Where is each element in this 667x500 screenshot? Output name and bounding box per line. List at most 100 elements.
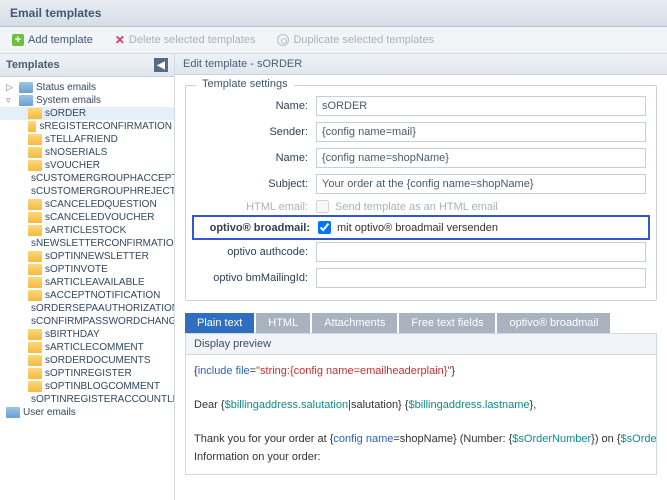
input-sender[interactable]	[316, 122, 646, 142]
tree-label: sNOSERIALS	[45, 147, 107, 158]
input-name2[interactable]	[316, 148, 646, 168]
tree-label: sOPTINBLOGCOMMENT	[45, 381, 160, 392]
template-item-sNEWSLETTERCONFIRMATION[interactable]: sNEWSLETTERCONFIRMATION	[0, 237, 174, 250]
input-authcode[interactable]	[316, 242, 646, 262]
folder-status-emails[interactable]: ▷Status emails	[0, 81, 174, 94]
tree-label: sORDER	[45, 108, 86, 119]
tab-attachments[interactable]: Attachments	[312, 313, 397, 333]
label-html-email: HTML email:	[196, 201, 316, 213]
plus-icon: +	[12, 34, 24, 46]
fieldset-legend: Template settings	[196, 78, 294, 90]
add-template-button[interactable]: + Add template	[6, 32, 99, 48]
duplicate-icon	[277, 34, 289, 46]
tab-optivo-broadmail[interactable]: optivo® broadmail	[497, 313, 610, 333]
tree-label: sARTICLESTOCK	[45, 225, 126, 236]
folder-icon	[28, 329, 42, 340]
tree-label: sCONFIRMPASSWORDCHANGE	[31, 316, 174, 327]
cross-icon: ✕	[115, 33, 125, 47]
template-item-sCANCELEDQUESTION[interactable]: sCANCELEDQUESTION	[0, 198, 174, 211]
duplicate-templates-label: Duplicate selected templates	[293, 34, 434, 46]
folder-blue-icon	[19, 95, 33, 106]
folder-icon	[28, 381, 42, 392]
tree-label: sVOUCHER	[45, 160, 100, 171]
tree-label: sORDERDOCUMENTS	[45, 355, 151, 366]
template-item-sORDER[interactable]: sORDER	[0, 107, 174, 120]
preview-header: Display preview	[185, 333, 657, 355]
folder-icon	[28, 290, 42, 301]
tree-label: sACCEPTNOTIFICATION	[45, 290, 160, 301]
tree-label: sCUSTOMERGROUPHREJECTED	[31, 186, 174, 197]
tree-label: sARTICLECOMMENT	[45, 342, 144, 353]
delete-templates-label: Delete selected templates	[129, 34, 256, 46]
template-item-sOPTINREGISTERACCOUNTLESS[interactable]: sOPTINREGISTERACCOUNTLESS	[0, 393, 174, 406]
tree-label: sBIRTHDAY	[45, 329, 100, 340]
folder-icon	[28, 160, 42, 171]
folder-blue-icon	[19, 82, 33, 93]
editor-tabs: Plain textHTMLAttachmentsFree text field…	[185, 313, 657, 333]
tab-plain-text[interactable]: Plain text	[185, 313, 254, 333]
folder-icon	[28, 355, 42, 366]
label-name2: Name:	[196, 152, 316, 164]
template-item-sARTICLECOMMENT[interactable]: sARTICLECOMMENT	[0, 341, 174, 354]
preview-area[interactable]: {include file="string:{config name=email…	[185, 355, 657, 475]
template-item-sREGISTERCONFIRMATION[interactable]: sREGISTERCONFIRMATION	[0, 120, 174, 133]
tab-free-text-fields[interactable]: Free text fields	[399, 313, 495, 333]
label-authcode: optivo authcode:	[196, 246, 316, 258]
template-item-sOPTINVOTE[interactable]: sOPTINVOTE	[0, 263, 174, 276]
folder-icon	[28, 121, 36, 132]
label-name1: Name:	[196, 100, 316, 112]
folder-icon	[28, 199, 42, 210]
tree-label: User emails	[23, 407, 76, 418]
checkbox-optivo-input[interactable]	[318, 221, 331, 234]
folder-icon	[28, 368, 42, 379]
sidebar: Templates ◀ ▷Status emails▿ System emails…	[0, 54, 175, 500]
template-item-sTELLAFRIEND[interactable]: sTELLAFRIEND	[0, 133, 174, 146]
tree-label: sREGISTERCONFIRMATION	[39, 121, 172, 132]
template-item-sOPTINREGISTER[interactable]: sOPTINREGISTER	[0, 367, 174, 380]
checkbox-optivo-text: mit optivo® broadmail versenden	[337, 222, 498, 234]
expand-icon[interactable]: ▿	[6, 95, 16, 106]
duplicate-templates-button[interactable]: Duplicate selected templates	[271, 32, 440, 48]
tree-label: System emails	[36, 95, 101, 106]
templates-tree: ▷Status emails▿ System emails sORDER sREGIS…	[0, 77, 174, 500]
template-item-sORDERSEPAAUTHORIZATION[interactable]: sORDERSEPAAUTHORIZATION	[0, 302, 174, 315]
folder-system-emails[interactable]: ▿ System emails	[0, 94, 174, 107]
sidebar-header: Templates ◀	[0, 54, 174, 77]
template-item-sARTICLEAVAILABLE[interactable]: sARTICLEAVAILABLE	[0, 276, 174, 289]
template-item-sCUSTOMERGROUPHREJECTED[interactable]: sCUSTOMERGROUPHREJECTED	[0, 185, 174, 198]
checkbox-optivo[interactable]: mit optivo® broadmail versenden	[318, 221, 498, 234]
template-item-sARTICLESTOCK[interactable]: sARTICLESTOCK	[0, 224, 174, 237]
input-name1[interactable]	[316, 96, 646, 116]
template-item-sCONFIRMPASSWORDCHANGE[interactable]: sCONFIRMPASSWORDCHANGE	[0, 315, 174, 328]
add-template-label: Add template	[28, 34, 93, 46]
sidebar-title: Templates	[6, 59, 60, 71]
template-item-sOPTINBLOGCOMMENT[interactable]: sOPTINBLOGCOMMENT	[0, 380, 174, 393]
template-item-sVOUCHER[interactable]: sVOUCHER	[0, 159, 174, 172]
tree-label: sCUSTOMERGROUPHACCEPTED	[31, 173, 174, 184]
folder-icon	[28, 147, 42, 158]
input-mailingid[interactable]	[316, 268, 646, 288]
template-item-sCUSTOMERGROUPHACCEPTED[interactable]: sCUSTOMERGROUPHACCEPTED	[0, 172, 174, 185]
tree-label: sOPTINREGISTER	[45, 368, 132, 379]
delete-templates-button[interactable]: ✕ Delete selected templates	[109, 31, 262, 49]
tree-label: sCANCELEDVOUCHER	[45, 212, 154, 223]
tree-label: sORDERSEPAAUTHORIZATION	[31, 303, 174, 314]
tab-html[interactable]: HTML	[256, 313, 310, 333]
input-subject[interactable]	[316, 174, 646, 194]
template-item-sNOSERIALS[interactable]: sNOSERIALS	[0, 146, 174, 159]
folder-icon	[28, 134, 42, 145]
template-item-sACCEPTNOTIFICATION[interactable]: sACCEPTNOTIFICATION	[0, 289, 174, 302]
optivo-highlight: optivo® broadmail: mit optivo® broadmail…	[192, 215, 650, 240]
tree-label: sOPTINNEWSLETTER	[45, 251, 149, 262]
template-item-sOPTINNEWSLETTER[interactable]: sOPTINNEWSLETTER	[0, 250, 174, 263]
template-item-sCANCELEDVOUCHER[interactable]: sCANCELEDVOUCHER	[0, 211, 174, 224]
content-title: Edit template - sORDER	[175, 54, 667, 75]
folder-user-emails[interactable]: User emails	[0, 406, 174, 419]
template-item-sBIRTHDAY[interactable]: sBIRTHDAY	[0, 328, 174, 341]
folder-icon	[28, 251, 42, 262]
expand-icon[interactable]: ▷	[6, 82, 16, 93]
checkbox-html-text: Send template as an HTML email	[335, 201, 498, 213]
tree-label: sTELLAFRIEND	[45, 134, 118, 145]
collapse-icon[interactable]: ◀	[154, 58, 168, 72]
template-item-sORDERDOCUMENTS[interactable]: sORDERDOCUMENTS	[0, 354, 174, 367]
